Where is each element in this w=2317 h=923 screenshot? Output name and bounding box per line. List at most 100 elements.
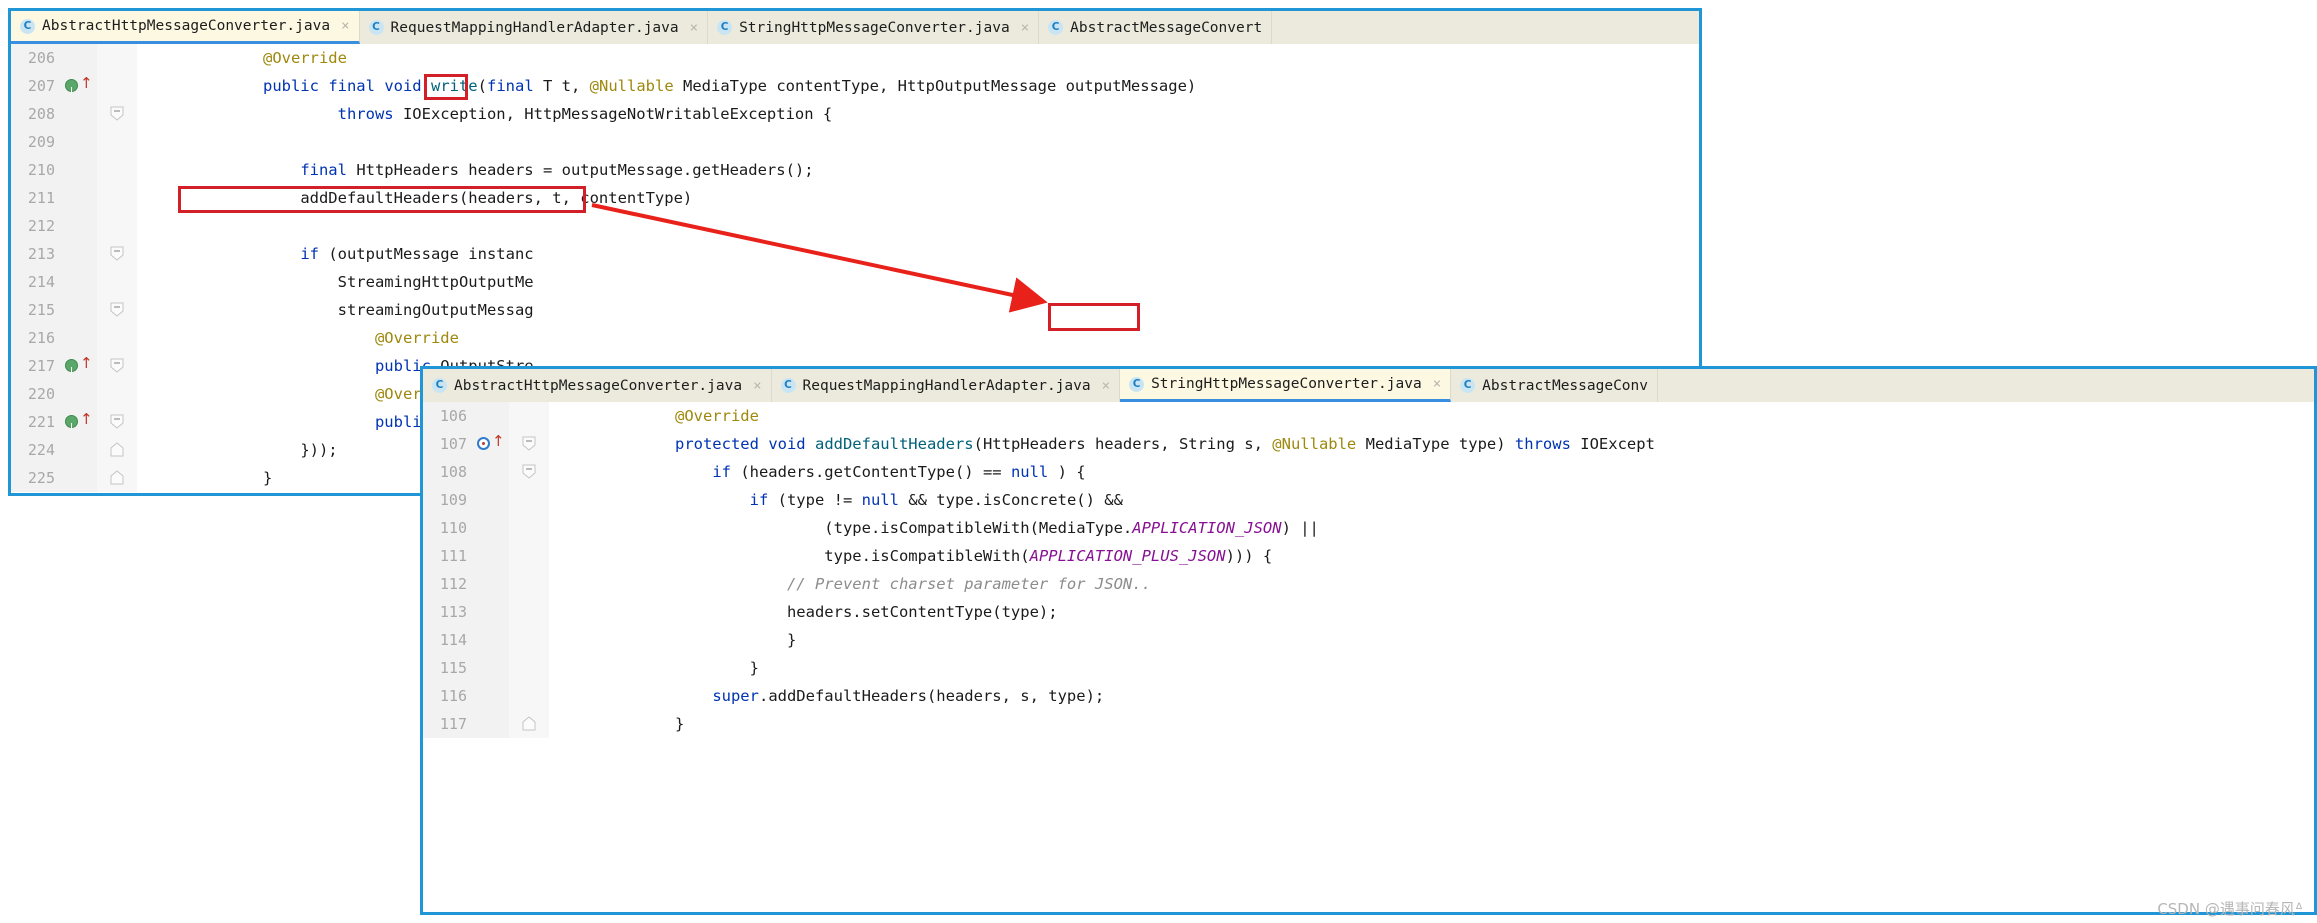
code-fold-area[interactable] bbox=[97, 436, 137, 464]
code-fold-area[interactable] bbox=[97, 380, 137, 408]
code-fold-area[interactable] bbox=[97, 156, 137, 184]
gutter-marker-area[interactable] bbox=[473, 402, 509, 430]
front-window-code-line[interactable]: 113 headers.setContentType(type); bbox=[423, 598, 2314, 626]
gutter-marker-area[interactable] bbox=[61, 352, 97, 386]
back-window-code-line[interactable]: 209 bbox=[11, 128, 1699, 156]
code-fold-area[interactable] bbox=[97, 352, 137, 380]
gutter-marker-area[interactable] bbox=[473, 542, 509, 570]
front-window-code-line[interactable]: 114 } bbox=[423, 626, 2314, 654]
back-window-tabbar[interactable]: C AbstractHttpMessageConverter.java × C Requ… bbox=[11, 11, 1699, 44]
gutter-marker-area[interactable] bbox=[473, 514, 509, 542]
front-window-code-line[interactable]: 110 (type.isCompatibleWith(MediaType.APP… bbox=[423, 514, 2314, 542]
gutter-marker-area[interactable] bbox=[61, 436, 97, 464]
back-window-code-line[interactable]: 206 @Override bbox=[11, 44, 1699, 72]
gutter-marker-area[interactable] bbox=[61, 100, 97, 128]
code-fold-area[interactable] bbox=[97, 128, 137, 156]
fold-toggle-icon[interactable] bbox=[522, 464, 536, 479]
front-window-code-line[interactable]: 107 protected void addDefaultHeaders(Htt… bbox=[423, 430, 2314, 458]
gutter-marker-area[interactable] bbox=[61, 156, 97, 184]
fold-toggle-icon[interactable] bbox=[522, 436, 536, 451]
front-window-code-line[interactable]: 112 // Prevent charset parameter for JSO… bbox=[423, 570, 2314, 598]
back-window-code-line[interactable]: 216 @Override bbox=[11, 324, 1699, 352]
gutter-marker-area[interactable] bbox=[61, 408, 97, 442]
fold-toggle-icon[interactable] bbox=[110, 302, 124, 317]
code-fold-area[interactable] bbox=[97, 44, 137, 72]
override-method-icon[interactable] bbox=[65, 78, 78, 106]
gutter-marker-area[interactable] bbox=[473, 458, 509, 486]
gutter-marker-area[interactable] bbox=[61, 184, 97, 212]
code-fold-area[interactable] bbox=[509, 682, 549, 710]
back-window-code-line[interactable]: 213 if (outputMessage instanc bbox=[11, 240, 1699, 268]
gutter-marker-area[interactable] bbox=[473, 570, 509, 598]
code-fold-area[interactable] bbox=[97, 324, 137, 352]
fold-toggle-icon[interactable] bbox=[110, 442, 124, 457]
back-window-code-line[interactable]: 207 public final void write(final T t, @… bbox=[11, 72, 1699, 106]
close-icon[interactable]: × bbox=[1021, 20, 1029, 36]
gutter-marker-area[interactable] bbox=[61, 240, 97, 268]
code-fold-area[interactable] bbox=[97, 72, 137, 100]
gutter-marker-area[interactable] bbox=[61, 380, 97, 408]
front-window-tab-3[interactable]: C AbstractMessageConv bbox=[1451, 369, 1658, 402]
front-window-tab-2[interactable]: C StringHttpMessageConverter.java × bbox=[1120, 369, 1452, 402]
gutter-marker-area[interactable] bbox=[473, 626, 509, 654]
fold-toggle-icon[interactable] bbox=[110, 358, 124, 373]
code-fold-area[interactable] bbox=[509, 598, 549, 626]
code-fold-area[interactable] bbox=[509, 570, 549, 598]
code-fold-area[interactable] bbox=[97, 184, 137, 212]
code-fold-area[interactable] bbox=[97, 100, 137, 128]
gutter-marker-area[interactable] bbox=[473, 598, 509, 626]
gutter-marker-area[interactable] bbox=[61, 72, 97, 106]
front-window-code-line[interactable]: 111 type.isCompatibleWith(APPLICATION_PL… bbox=[423, 542, 2314, 570]
override-method-icon[interactable] bbox=[477, 437, 490, 450]
gutter-marker-area[interactable] bbox=[61, 128, 97, 156]
front-window-editor-area[interactable]: 106 @Override 107 protected void addDefau… bbox=[423, 402, 2314, 738]
gutter-marker-area[interactable] bbox=[473, 430, 509, 458]
code-fold-area[interactable] bbox=[509, 626, 549, 654]
code-fold-area[interactable] bbox=[97, 296, 137, 324]
override-method-icon[interactable] bbox=[65, 414, 78, 442]
back-window-tab-3[interactable]: C AbstractMessageConvert bbox=[1039, 11, 1273, 44]
gutter-marker-area[interactable] bbox=[473, 710, 509, 738]
code-fold-area[interactable] bbox=[509, 430, 549, 458]
front-window-code-line[interactable]: 108 if (headers.getContentType() == null… bbox=[423, 458, 2314, 486]
gutter-marker-area[interactable] bbox=[61, 464, 97, 492]
override-method-icon[interactable] bbox=[65, 358, 78, 386]
front-window-tab-1[interactable]: C RequestMappingHandlerAdapter.java × bbox=[771, 369, 1121, 402]
back-window-code-line[interactable]: 215 streamingOutputMessag bbox=[11, 296, 1699, 324]
front-window-code-line[interactable]: 117 } bbox=[423, 710, 2314, 738]
back-window-tab-2[interactable]: C StringHttpMessageConverter.java × bbox=[708, 11, 1040, 44]
fold-toggle-icon[interactable] bbox=[110, 470, 124, 485]
code-fold-area[interactable] bbox=[97, 240, 137, 268]
back-window-code-line[interactable]: 211 addDefaultHeaders(headers, t, conten… bbox=[11, 184, 1699, 212]
back-window-code-line[interactable]: 212 bbox=[11, 212, 1699, 240]
fold-toggle-icon[interactable] bbox=[110, 246, 124, 261]
front-window-code-line[interactable]: 116 super.addDefaultHeaders(headers, s, … bbox=[423, 682, 2314, 710]
gutter-marker-area[interactable] bbox=[473, 654, 509, 682]
code-fold-area[interactable] bbox=[509, 514, 549, 542]
gutter-marker-area[interactable] bbox=[61, 296, 97, 324]
gutter-marker-area[interactable] bbox=[473, 682, 509, 710]
gutter-marker-area[interactable] bbox=[473, 486, 509, 514]
back-window-tab-0[interactable]: C AbstractHttpMessageConverter.java × bbox=[11, 11, 360, 44]
close-icon[interactable]: × bbox=[1102, 378, 1110, 394]
back-window-tab-1[interactable]: C RequestMappingHandlerAdapter.java × bbox=[359, 11, 709, 44]
code-fold-area[interactable] bbox=[509, 710, 549, 738]
front-window-tab-0[interactable]: C AbstractHttpMessageConverter.java × bbox=[423, 369, 772, 402]
code-fold-area[interactable] bbox=[509, 402, 549, 430]
close-icon[interactable]: × bbox=[753, 378, 761, 394]
back-window-code-line[interactable]: 210 final HttpHeaders headers = outputMe… bbox=[11, 156, 1699, 184]
front-window-code-line[interactable]: 106 @Override bbox=[423, 402, 2314, 430]
back-window-code-line[interactable]: 214 StreamingHttpOutputMe bbox=[11, 268, 1699, 296]
code-fold-area[interactable] bbox=[509, 458, 549, 486]
gutter-marker-area[interactable] bbox=[61, 268, 97, 296]
gutter-marker-area[interactable] bbox=[61, 212, 97, 240]
fold-toggle-icon[interactable] bbox=[110, 414, 124, 429]
close-icon[interactable]: × bbox=[1433, 376, 1441, 392]
fold-toggle-icon[interactable] bbox=[522, 716, 536, 731]
front-window-code-line[interactable]: 109 if (type != null && type.isConcrete(… bbox=[423, 486, 2314, 514]
front-window-tabbar[interactable]: C AbstractHttpMessageConverter.java × C Requ… bbox=[423, 369, 2314, 402]
code-fold-area[interactable] bbox=[97, 268, 137, 296]
gutter-marker-area[interactable] bbox=[61, 44, 97, 72]
code-fold-area[interactable] bbox=[97, 408, 137, 436]
code-fold-area[interactable] bbox=[509, 542, 549, 570]
